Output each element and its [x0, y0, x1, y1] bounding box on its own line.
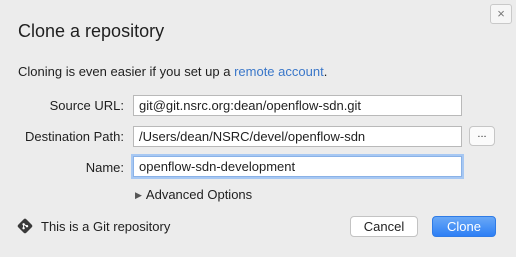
source-url-label: Source URL: — [49, 98, 124, 113]
disclosure-triangle-icon: ▶ — [135, 190, 142, 200]
advanced-options-toggle[interactable]: ▶ Advanced Options — [135, 187, 252, 202]
intro-text-suffix: . — [323, 64, 328, 79]
destination-path-label: Destination Path: — [24, 129, 124, 144]
advanced-options-label: Advanced Options — [145, 187, 253, 202]
clone-repository-dialog: × Clone a repository Cloning is even eas… — [0, 0, 516, 257]
name-label: Name: — [85, 160, 124, 175]
source-url-input[interactable] — [133, 95, 462, 116]
browse-button[interactable]: ... — [469, 126, 495, 146]
clone-button[interactable]: Clone — [432, 216, 496, 237]
git-status: This is a Git repository — [17, 218, 170, 234]
git-diamond-icon — [17, 218, 33, 234]
close-button[interactable]: × — [490, 4, 512, 24]
intro-text-prefix: Cloning is even easier if you set up a — [18, 64, 235, 79]
cancel-button[interactable]: Cancel — [350, 216, 418, 237]
git-status-text: This is a Git repository — [41, 218, 171, 234]
remote-account-link[interactable]: remote account — [234, 64, 324, 79]
dialog-title: Clone a repository — [18, 21, 165, 41]
destination-path-input[interactable] — [133, 126, 462, 147]
name-input[interactable] — [133, 156, 462, 177]
intro-text: Cloning is even easier if you set up a r… — [18, 64, 327, 79]
